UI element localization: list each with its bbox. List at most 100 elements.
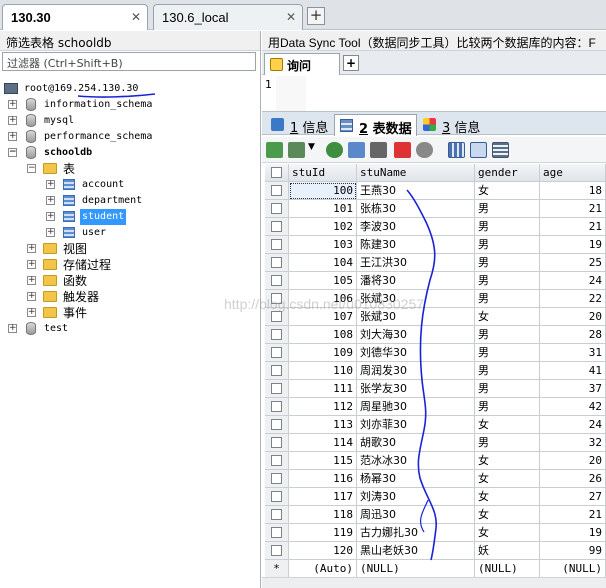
cell-stuname[interactable]: 王燕30 [357,182,475,200]
cell-stuid[interactable]: 100 [289,182,357,200]
table-row[interactable]: 111 张学友30 男 37 [265,380,606,398]
table-row[interactable]: 101 张栋30 男 21 [265,200,606,218]
cell-gender[interactable]: 女 [475,506,540,524]
tree-folder-procedures[interactable]: + 存储过程 [27,257,227,273]
cell-age[interactable]: 21 [540,218,606,236]
cell-gender[interactable]: 妖 [475,542,540,560]
select-all-checkbox[interactable] [265,164,289,182]
cell-stuname[interactable]: 周润发30 [357,362,475,380]
cell-stuname[interactable]: 刘大海30 [357,326,475,344]
table-row[interactable]: 109 刘德华30 男 31 [265,344,606,362]
cell-stuid[interactable]: 113 [289,416,357,434]
tree-folder-triggers[interactable]: + 触发器 [27,289,227,305]
row-checkbox[interactable] [265,362,289,380]
save-icon[interactable] [370,142,387,158]
result-tab-info[interactable]: 3 信息 [418,114,484,136]
cell-stuid[interactable]: 103 [289,236,357,254]
cell-stuid[interactable]: 115 [289,452,357,470]
checkbox-icon[interactable] [271,203,282,214]
column-header-gender[interactable]: gender [475,164,540,182]
checkbox-icon[interactable] [271,257,282,268]
cell-stuid[interactable]: 117 [289,488,357,506]
close-icon[interactable]: ✕ [286,10,296,24]
grid-refresh-icon[interactable] [266,142,283,158]
checkbox-icon[interactable] [271,185,282,196]
row-checkbox[interactable] [265,272,289,290]
row-checkbox[interactable] [265,434,289,452]
text-view-icon[interactable] [492,142,509,158]
row-checkbox[interactable] [265,236,289,254]
checkbox-icon[interactable] [271,311,282,322]
row-checkbox[interactable] [265,254,289,272]
cell-age[interactable]: 19 [540,524,606,542]
expand-icon[interactable]: + [8,116,17,125]
cell-gender[interactable]: 男 [475,200,540,218]
delete-icon[interactable] [394,142,411,158]
checkbox-icon[interactable] [271,383,282,394]
tree-folder-events[interactable]: + 事件 [27,305,227,321]
cell-age[interactable]: 26 [540,470,606,488]
cell-gender[interactable]: 男 [475,218,540,236]
checkbox-icon[interactable] [271,545,282,556]
cell-age[interactable]: 22 [540,290,606,308]
cell-gender[interactable]: 女 [475,470,540,488]
checkbox-icon[interactable] [271,365,282,376]
cell-age[interactable]: 21 [540,506,606,524]
cell-gender[interactable]: 男 [475,434,540,452]
table-row[interactable]: 103 陈建30 男 19 [265,236,606,254]
collapse-icon[interactable]: − [8,148,17,157]
table-row[interactable]: 112 周星驰30 男 42 [265,398,606,416]
cell-gender[interactable]: 男 [475,362,540,380]
cell-age[interactable]: 27 [540,488,606,506]
tree-folder-tables[interactable]: − 表 [27,161,227,177]
expand-icon[interactable]: + [8,324,17,333]
cell-stuname[interactable]: 张学友30 [357,380,475,398]
result-tab-table-data[interactable]: 2 表数据 [334,114,417,137]
new-query-tab-button[interactable]: + [343,55,359,71]
grid-view-icon[interactable] [448,142,465,158]
tree-folder-functions[interactable]: + 函数 [27,273,227,289]
cell-age[interactable]: 41 [540,362,606,380]
cell-stuid[interactable]: 116 [289,470,357,488]
checkbox-icon[interactable] [271,509,282,520]
close-icon[interactable]: ✕ [131,10,141,24]
cell-stuname[interactable]: 范冰冰30 [357,452,475,470]
cell-gender[interactable]: 男 [475,254,540,272]
cell-stuname[interactable]: 杨幂30 [357,470,475,488]
cell-age[interactable]: 19 [540,236,606,254]
row-checkbox[interactable] [265,200,289,218]
table-row[interactable]: 104 王江洪30 男 25 [265,254,606,272]
cell-stuid[interactable]: (Auto) [289,560,357,578]
duplicate-row-icon[interactable] [348,142,365,158]
query-tab[interactable]: 询问 [264,53,340,75]
checkbox-icon[interactable] [271,275,282,286]
form-view-icon[interactable] [470,142,487,158]
row-checkbox[interactable] [265,416,289,434]
cancel-icon[interactable] [416,142,433,158]
cell-age[interactable]: 99 [540,542,606,560]
column-header-stuname[interactable]: stuName [357,164,475,182]
cell-gender[interactable]: 男 [475,272,540,290]
cell-stuid[interactable]: 119 [289,524,357,542]
cell-stuid[interactable]: 111 [289,380,357,398]
row-checkbox[interactable] [265,326,289,344]
connection-tab-1[interactable]: 130.30 ✕ [2,4,148,30]
table-row[interactable]: 115 范冰冰30 女 20 [265,452,606,470]
cell-stuid[interactable]: 114 [289,434,357,452]
checkbox-icon[interactable] [271,329,282,340]
table-row[interactable]: 120 黑山老妖30 妖 99 [265,542,606,560]
expand-icon[interactable]: + [46,196,55,205]
cell-stuname[interactable]: 李波30 [357,218,475,236]
cell-stuid[interactable]: 120 [289,542,357,560]
row-checkbox[interactable] [265,542,289,560]
cell-gender[interactable]: 男 [475,380,540,398]
expand-icon[interactable]: + [27,260,36,269]
new-connection-tab-button[interactable]: + [307,7,325,25]
cell-gender[interactable]: 男 [475,236,540,254]
cell-age[interactable]: 37 [540,380,606,398]
table-row[interactable]: 110 周润发30 男 41 [265,362,606,380]
tree-db-test[interactable]: + test [8,321,208,337]
cell-stuid[interactable]: 101 [289,200,357,218]
cell-age[interactable]: 42 [540,398,606,416]
row-checkbox[interactable] [265,470,289,488]
